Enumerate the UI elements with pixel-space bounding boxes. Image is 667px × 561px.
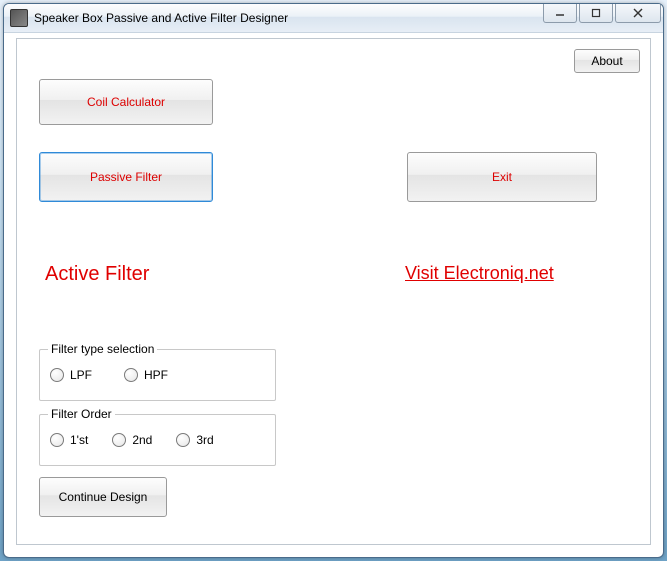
window-controls [543, 4, 661, 23]
active-filter-heading: Active Filter [45, 263, 149, 286]
maximize-button[interactable] [579, 4, 613, 23]
radio-dot-icon [124, 368, 138, 382]
radio-lpf[interactable]: LPF [50, 368, 92, 382]
window-title: Speaker Box Passive and Active Filter De… [34, 11, 288, 25]
radio-dot-icon [176, 433, 190, 447]
filter-order-legend: Filter Order [48, 407, 115, 421]
app-window: Speaker Box Passive and Active Filter De… [3, 3, 664, 558]
app-icon [10, 9, 28, 27]
coil-calculator-button[interactable]: Coil Calculator [39, 79, 213, 125]
visit-link[interactable]: Visit Electroniq.net [405, 263, 554, 284]
minimize-icon [555, 9, 565, 17]
radio-3rd-label: 3rd [196, 433, 213, 447]
radio-1st-label: 1'st [70, 433, 88, 447]
close-button[interactable] [615, 4, 661, 23]
filter-type-legend: Filter type selection [48, 342, 157, 356]
client-area: About Coil Calculator Passive Filter Exi… [16, 38, 651, 545]
radio-dot-icon [50, 368, 64, 382]
radio-1st[interactable]: 1'st [50, 433, 88, 447]
continue-design-button[interactable]: Continue Design [39, 477, 167, 517]
exit-button[interactable]: Exit [407, 152, 597, 202]
filter-type-options: LPF HPF [50, 368, 265, 382]
radio-hpf[interactable]: HPF [124, 368, 168, 382]
passive-filter-button[interactable]: Passive Filter [39, 152, 213, 202]
radio-dot-icon [112, 433, 126, 447]
filter-order-options: 1'st 2nd 3rd [50, 433, 265, 447]
minimize-button[interactable] [543, 4, 577, 23]
maximize-icon [591, 8, 601, 18]
about-button[interactable]: About [574, 49, 640, 73]
close-icon [633, 8, 643, 18]
radio-lpf-label: LPF [70, 368, 92, 382]
radio-hpf-label: HPF [144, 368, 168, 382]
radio-dot-icon [50, 433, 64, 447]
filter-order-group: Filter Order 1'st 2nd 3rd [39, 414, 276, 466]
filter-type-group: Filter type selection LPF HPF [39, 349, 276, 401]
radio-2nd[interactable]: 2nd [112, 433, 152, 447]
radio-2nd-label: 2nd [132, 433, 152, 447]
radio-3rd[interactable]: 3rd [176, 433, 213, 447]
titlebar: Speaker Box Passive and Active Filter De… [4, 4, 663, 33]
